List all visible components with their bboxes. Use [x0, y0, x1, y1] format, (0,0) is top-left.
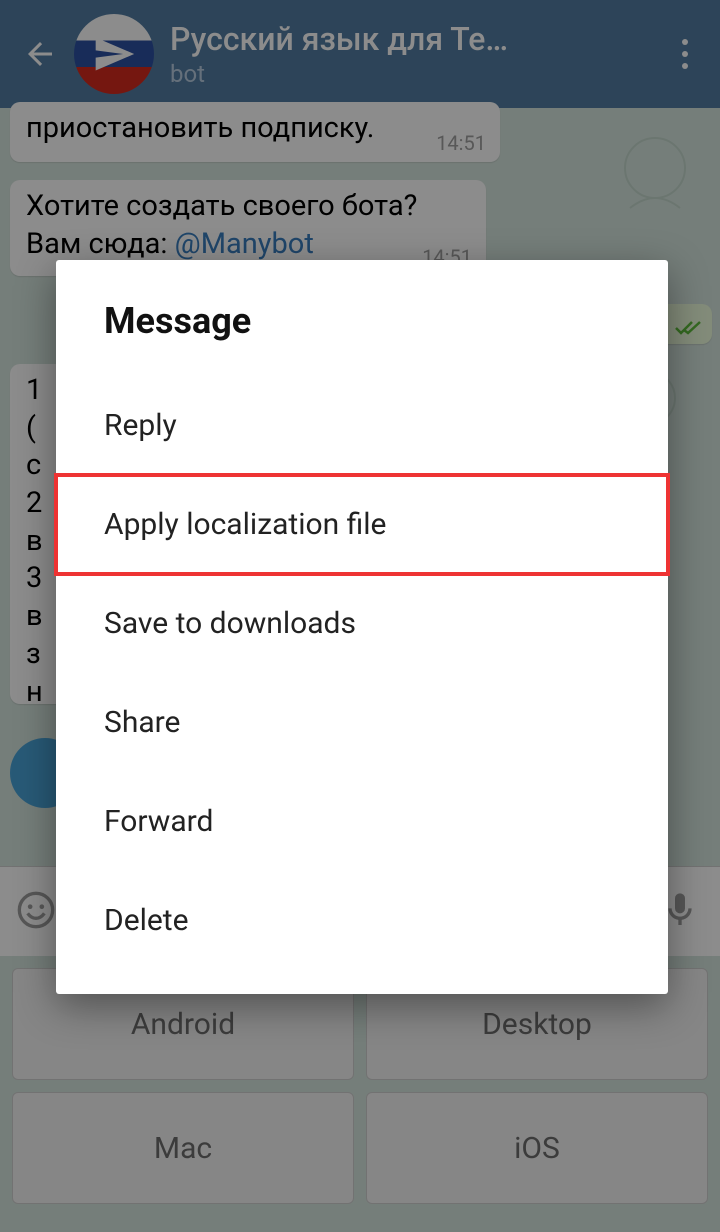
- menu-item-share[interactable]: Share: [56, 673, 668, 772]
- menu-item-delete[interactable]: Delete: [56, 871, 668, 970]
- menu-item-apply-localization[interactable]: Apply localization file: [56, 475, 668, 574]
- menu-item-save-downloads[interactable]: Save to downloads: [56, 574, 668, 673]
- menu-item-forward[interactable]: Forward: [56, 772, 668, 871]
- message-context-menu: Message Reply Apply localization file Sa…: [56, 260, 668, 994]
- dialog-title: Message: [56, 260, 668, 376]
- menu-item-reply[interactable]: Reply: [56, 376, 668, 475]
